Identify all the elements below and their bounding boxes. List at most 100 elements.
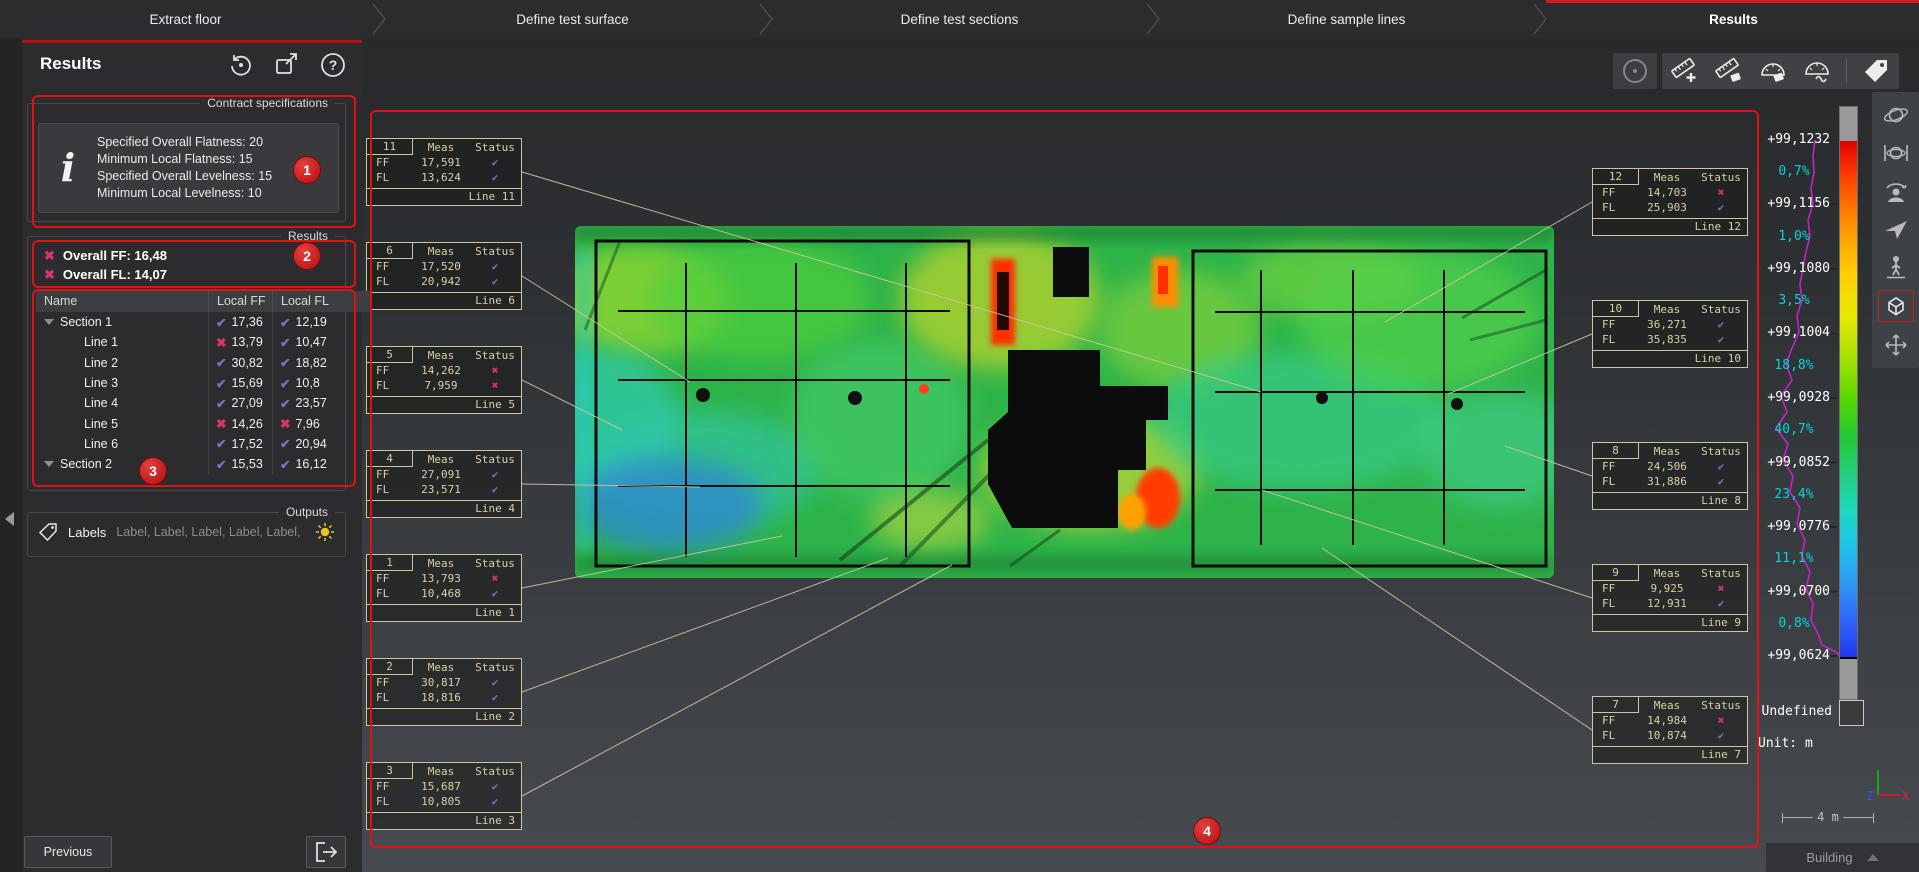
- status-icon: [44, 267, 55, 283]
- history-icon[interactable]: [226, 50, 256, 80]
- status-icon: [44, 248, 55, 264]
- status-icon: [469, 275, 521, 288]
- angle-profile-icon[interactable]: [1802, 56, 1832, 86]
- status-icon: [1695, 582, 1747, 595]
- status-icon: [216, 396, 226, 411]
- walk-icon[interactable]: [1879, 252, 1913, 282]
- status-icon: [469, 171, 521, 184]
- building-selector-button[interactable]: Building: [1766, 843, 1919, 872]
- status-icon: [469, 260, 521, 273]
- panel-edge-strip: [0, 38, 23, 872]
- status-icon: [469, 379, 521, 392]
- table-row-line4[interactable]: Line 4 27,09 23,57: [36, 393, 372, 413]
- step-extract-floor[interactable]: Extract floor: [0, 0, 371, 38]
- measurement-label[interactable]: 2MeasStatus FF30,817 FL18,816 Line 2: [366, 658, 522, 726]
- view-cube-icon[interactable]: [1878, 290, 1914, 322]
- remove-measurement-icon[interactable]: [1714, 56, 1744, 86]
- labels-title: Labels: [68, 525, 106, 540]
- undefined-color-swatch[interactable]: [1839, 700, 1864, 726]
- scale-percent: 3,5%: [1758, 293, 1830, 309]
- step-results[interactable]: Results: [1548, 0, 1919, 38]
- measurement-label[interactable]: 4MeasStatus FF27,091 FL23,571 Line 4: [366, 450, 522, 518]
- step-define-test-sections[interactable]: Define test sections: [774, 0, 1145, 38]
- status-icon: [280, 335, 290, 350]
- scale-percent: 40,7%: [1758, 422, 1830, 438]
- table-row-section2[interactable]: Section 2 15,53 16,12: [36, 454, 372, 474]
- info-icon: i: [39, 149, 97, 187]
- scale-percent: 1,0%: [1758, 229, 1830, 245]
- tag-icon: [38, 522, 58, 542]
- measurement-label[interactable]: 7MeasStatus FF14,984 FL10,874 Line 7: [1592, 696, 1748, 764]
- pan-icon[interactable]: [1879, 330, 1913, 360]
- add-measurement-icon[interactable]: [1670, 56, 1700, 86]
- status-icon: [216, 376, 226, 391]
- measurement-label[interactable]: 10MeasStatus FF36,271 FL35,835 Line 10: [1592, 300, 1748, 368]
- step-define-test-surface[interactable]: Define test surface: [387, 0, 758, 38]
- scale-percent: 18,8%: [1758, 358, 1830, 374]
- collapse-panel-icon[interactable]: [5, 512, 14, 526]
- scale-value: +99,0776: [1758, 519, 1830, 535]
- status-icon: [469, 468, 521, 481]
- step-define-sample-lines[interactable]: Define sample lines: [1161, 0, 1532, 38]
- application-window: Extract floor Define test surface Define…: [0, 0, 1919, 872]
- measurement-label[interactable]: 9MeasStatus FF9,925 FL12,931 Line 9: [1592, 564, 1748, 632]
- measurement-label[interactable]: 3MeasStatus FF15,687 FL10,805 Line 3: [366, 762, 522, 830]
- measurement-label[interactable]: 8MeasStatus FF24,506 FL31,886 Line 8: [1592, 442, 1748, 510]
- status-icon: [1695, 201, 1747, 214]
- results-panel: Results ? Contract specifications i Spec…: [22, 38, 362, 872]
- status-icon: [280, 436, 290, 451]
- measurement-label[interactable]: 11MeasStatus FF17,591 FL13,624 Line 11: [366, 138, 522, 206]
- status-icon: [280, 457, 290, 472]
- status-icon: [469, 587, 521, 600]
- sun-icon[interactable]: [315, 522, 335, 542]
- table-row-line1[interactable]: Line 1 13,79 10,47: [36, 332, 372, 352]
- status-icon: [469, 483, 521, 496]
- table-row-section1[interactable]: Section 1 17,36 12,19: [36, 312, 372, 332]
- status-icon: [216, 457, 226, 472]
- unit-label: Unit: m: [1758, 736, 1858, 751]
- scale-value: +99,1232: [1758, 132, 1830, 148]
- status-icon: [1695, 729, 1747, 742]
- expand-up-icon: [1867, 854, 1879, 861]
- status-icon: [1695, 333, 1747, 346]
- status-icon: [216, 335, 226, 350]
- step-separator-icon: [371, 0, 387, 38]
- limit-box-tool-button[interactable]: [1613, 53, 1657, 89]
- remove-angle-icon[interactable]: [1758, 56, 1788, 86]
- fly-icon[interactable]: [1879, 214, 1913, 244]
- chevron-down-icon[interactable]: [44, 319, 54, 325]
- help-icon[interactable]: ?: [318, 50, 348, 80]
- overall-ff-row: Overall FF: 16,48: [36, 246, 336, 265]
- orbit-icon[interactable]: [1879, 100, 1913, 130]
- measurement-label[interactable]: 12MeasStatus FF14,703 FL25,903 Line 12: [1592, 168, 1748, 236]
- status-icon: [280, 315, 290, 330]
- export-arrow-icon: [312, 839, 340, 865]
- status-icon: [469, 156, 521, 169]
- table-row-line2[interactable]: Line 2 30,82 18,82: [36, 353, 372, 373]
- examine-icon[interactable]: [1879, 176, 1913, 206]
- previous-button[interactable]: Previous: [24, 836, 112, 868]
- constrained-orbit-icon[interactable]: [1879, 138, 1913, 168]
- svg-text:?: ?: [329, 57, 338, 73]
- elevation-colorbar[interactable]: [1839, 106, 1858, 700]
- measurement-label[interactable]: 5MeasStatus FF14,262 FL7,959 Line 5: [366, 346, 522, 414]
- export-results-button[interactable]: [306, 836, 346, 868]
- workflow-step-bar: Extract floor Define test surface Define…: [0, 0, 1919, 39]
- table-row-line5[interactable]: Line 5 14,26 7,96: [36, 413, 372, 433]
- status-icon: [280, 376, 290, 391]
- measurement-label[interactable]: 6MeasStatus FF17,520 FL20,942 Line 6: [366, 242, 522, 310]
- map-scale-bar: 4 m: [1782, 810, 1874, 824]
- tag-icon[interactable]: [1861, 56, 1891, 86]
- scale-value: +99,1156: [1758, 196, 1830, 212]
- scale-percent: 11,1%: [1758, 551, 1830, 567]
- chevron-down-icon[interactable]: [44, 461, 54, 467]
- status-icon: [216, 355, 226, 370]
- scale-value: +99,0852: [1758, 455, 1830, 471]
- toolbar-divider: [1846, 59, 1847, 83]
- step-separator-icon: [1532, 0, 1548, 38]
- table-row-line3[interactable]: Line 3 15,69 10,8: [36, 373, 372, 393]
- table-row-line6[interactable]: Line 6 17,52 20,94: [36, 434, 372, 454]
- export-window-icon[interactable]: [272, 50, 302, 80]
- labels-output-row[interactable]: Labels Label, Label, Label, Label, Label…: [38, 522, 335, 542]
- measurement-label[interactable]: 1MeasStatus FF13,793 FL10,468 Line 1: [366, 554, 522, 622]
